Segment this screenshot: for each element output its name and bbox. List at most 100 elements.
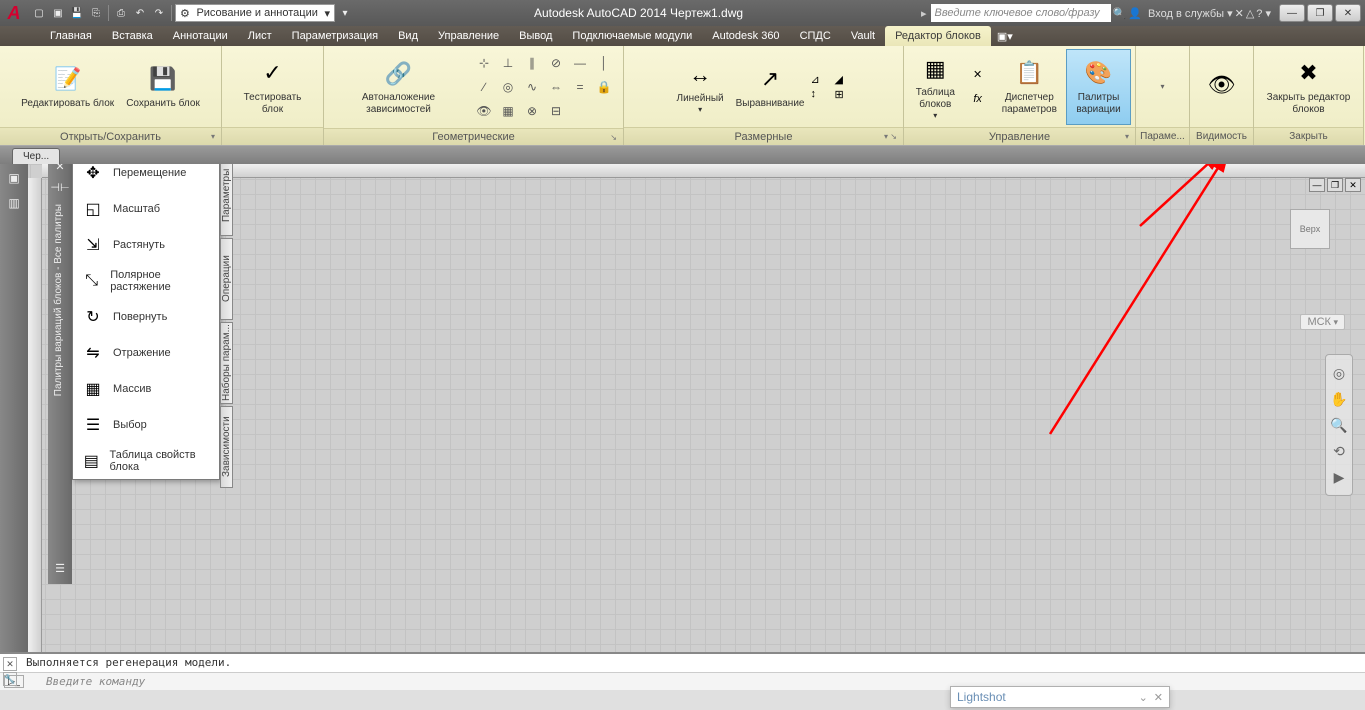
- menu-insert[interactable]: Вставка: [102, 26, 163, 46]
- drawing-tab-1[interactable]: Чер...: [12, 148, 60, 164]
- test-block-button[interactable]: ✓Тестировать блок: [226, 49, 319, 125]
- palette-item-array[interactable]: ▦Массив: [73, 371, 219, 407]
- aligned-dim-button[interactable]: ↗Выравнивание: [730, 49, 811, 125]
- viewcube[interactable]: Верх: [1275, 194, 1345, 264]
- nav-wheel-icon[interactable]: ◎: [1327, 361, 1351, 385]
- close-button[interactable]: ✕: [1335, 4, 1361, 22]
- dim4-icon[interactable]: ⊞: [834, 88, 856, 101]
- panel-close[interactable]: Закрыть: [1254, 127, 1363, 145]
- hide-icon[interactable]: ⊗: [521, 100, 543, 122]
- palette-item-lookup[interactable]: ☰Выбор: [73, 407, 219, 443]
- palette-item-flip[interactable]: ⇋Отражение: [73, 335, 219, 371]
- minimize-button[interactable]: —: [1279, 4, 1305, 22]
- menu-expand-icon[interactable]: ▣▾: [991, 26, 1019, 46]
- nav-orbit-icon[interactable]: ⟲: [1327, 439, 1351, 463]
- param-manager-button[interactable]: 📋Диспетчер параметров: [993, 49, 1066, 125]
- linear-dim-button[interactable]: ↔Линейный▾: [671, 49, 730, 125]
- help-cloud-icon[interactable]: △: [1246, 7, 1254, 20]
- lightshot-close-icon[interactable]: ✕: [1154, 691, 1163, 704]
- hideall-icon[interactable]: ⊟: [545, 100, 567, 122]
- menu-plugins[interactable]: Подключаемые модули: [562, 26, 702, 46]
- nav-showmotion-icon[interactable]: ▶: [1327, 465, 1351, 489]
- workspace-combo[interactable]: ⚙Рисование и аннотации▾: [175, 4, 335, 22]
- search-input[interactable]: Введите ключевое слово/фразу: [931, 4, 1111, 22]
- equal-icon[interactable]: =: [569, 76, 591, 98]
- search-icon[interactable]: 🔍: [1113, 7, 1127, 20]
- authoring-palettes-button[interactable]: 🎨Палитры вариации: [1066, 49, 1131, 125]
- menu-manage[interactable]: Управление: [428, 26, 509, 46]
- save-icon[interactable]: 💾: [68, 4, 86, 22]
- drawing-canvas[interactable]: ▣ ▥ — ❐ ✕ ✕ ⊣⊢ Палитры вариаций блоков -…: [0, 164, 1365, 652]
- parallel-icon[interactable]: ∥: [521, 52, 543, 74]
- palette-tab-constraints[interactable]: Зависимости: [220, 406, 233, 488]
- symmetric-icon[interactable]: ⇔: [545, 76, 567, 98]
- open-icon[interactable]: ▣: [49, 4, 67, 22]
- mdi-min[interactable]: —: [1309, 178, 1325, 192]
- visibility-button[interactable]: 👁: [1200, 49, 1244, 125]
- fix-icon[interactable]: 🔒: [593, 76, 615, 98]
- mdi-close[interactable]: ✕: [1345, 178, 1361, 192]
- panel-open-save[interactable]: Открыть/Сохранить▾: [0, 127, 221, 145]
- menu-a360[interactable]: Autodesk 360: [702, 26, 789, 46]
- edit-block-button[interactable]: 📝Редактировать блок: [15, 49, 120, 125]
- close-block-editor-button[interactable]: ✖Закрыть редактор блоков: [1258, 49, 1359, 125]
- saveas-icon[interactable]: ⎘: [87, 4, 105, 22]
- show-icon[interactable]: 👁: [473, 100, 495, 122]
- mdi-max[interactable]: ❐: [1327, 178, 1343, 192]
- palette-item-proptable[interactable]: ▤Таблица свойств блока: [73, 443, 219, 479]
- auto-constrain-button[interactable]: 🔗Автоналожение зависимостей: [328, 49, 469, 125]
- panel-visibility[interactable]: Видимость: [1190, 127, 1253, 145]
- block-table-button[interactable]: ▦Таблица блоков▾: [908, 49, 963, 125]
- panel-manage[interactable]: Управление▾: [904, 127, 1135, 145]
- menu-output[interactable]: Вывод: [509, 26, 562, 46]
- redo-icon[interactable]: ↷: [150, 4, 168, 22]
- dim3-icon[interactable]: ↕: [810, 88, 832, 101]
- cmd-options-icon[interactable]: 🔧: [3, 672, 17, 686]
- nav-zoom-icon[interactable]: 🔍: [1327, 413, 1351, 437]
- help-icon[interactable]: ? ▾: [1256, 7, 1271, 20]
- coincident-icon[interactable]: ⊹: [473, 52, 495, 74]
- undo-icon[interactable]: ↶: [131, 4, 149, 22]
- qat-more-icon[interactable]: ▾: [336, 4, 354, 22]
- viewcube-face[interactable]: Верх: [1290, 209, 1330, 249]
- vertical-icon[interactable]: │: [593, 52, 615, 74]
- horizontal-icon[interactable]: —: [569, 52, 591, 74]
- lightshot-popup[interactable]: Lightshot ⌄✕: [950, 686, 1170, 708]
- menu-sheet[interactable]: Лист: [238, 26, 282, 46]
- smooth-icon[interactable]: ∿: [521, 76, 543, 98]
- menu-view[interactable]: Вид: [388, 26, 428, 46]
- menu-block-editor[interactable]: Редактор блоков: [885, 26, 991, 46]
- nav-pan-icon[interactable]: ✋: [1327, 387, 1351, 411]
- menu-annotate[interactable]: Аннотации: [163, 26, 238, 46]
- dim1-icon[interactable]: ⊿: [810, 73, 832, 86]
- menu-home[interactable]: Главная: [40, 26, 102, 46]
- palette-props-icon[interactable]: ☰: [51, 559, 69, 577]
- param-panel-dropdown[interactable]: ▾: [1155, 57, 1171, 117]
- menu-spds[interactable]: СПДС: [790, 26, 841, 46]
- menu-parametric[interactable]: Параметризация: [282, 26, 388, 46]
- panel-parameters[interactable]: Параме...: [1136, 127, 1189, 145]
- delete-constraint-icon[interactable]: ✕: [967, 64, 989, 86]
- maximize-button[interactable]: ❐: [1307, 4, 1333, 22]
- concentric-icon[interactable]: ◎: [497, 76, 519, 98]
- menu-vault[interactable]: Vault: [841, 26, 885, 46]
- command-history: Выполняется регенерация модели.: [0, 654, 1365, 672]
- coord-system-label[interactable]: МСК ▾: [1300, 314, 1345, 330]
- new-icon[interactable]: ▢: [30, 4, 48, 22]
- signin-icon[interactable]: 👤 Вход в службы▾: [1128, 7, 1232, 20]
- colinear-icon[interactable]: ∕: [473, 76, 495, 98]
- app-logo[interactable]: A: [0, 0, 28, 26]
- dim2-icon[interactable]: ◢: [834, 73, 856, 86]
- cmd-close-icon[interactable]: ✕: [3, 657, 17, 671]
- save-block-button[interactable]: 💾Сохранить блок: [120, 49, 206, 125]
- perpendicular-icon[interactable]: ⊥: [497, 52, 519, 74]
- tangent-icon[interactable]: ⊘: [545, 52, 567, 74]
- plot-icon[interactable]: ⎙: [112, 4, 130, 22]
- panel-geometric[interactable]: Геометрические↘: [324, 128, 623, 145]
- showall-icon[interactable]: ▦: [497, 100, 519, 122]
- lightshot-min-icon[interactable]: ⌄: [1139, 691, 1148, 704]
- panel-dimensional[interactable]: Размерные▾ ↘: [624, 127, 903, 145]
- exchange-icon[interactable]: ✕: [1235, 7, 1244, 20]
- palette-tab-paramsets[interactable]: Наборы парам...: [220, 322, 233, 404]
- fx-button[interactable]: fx: [967, 88, 989, 110]
